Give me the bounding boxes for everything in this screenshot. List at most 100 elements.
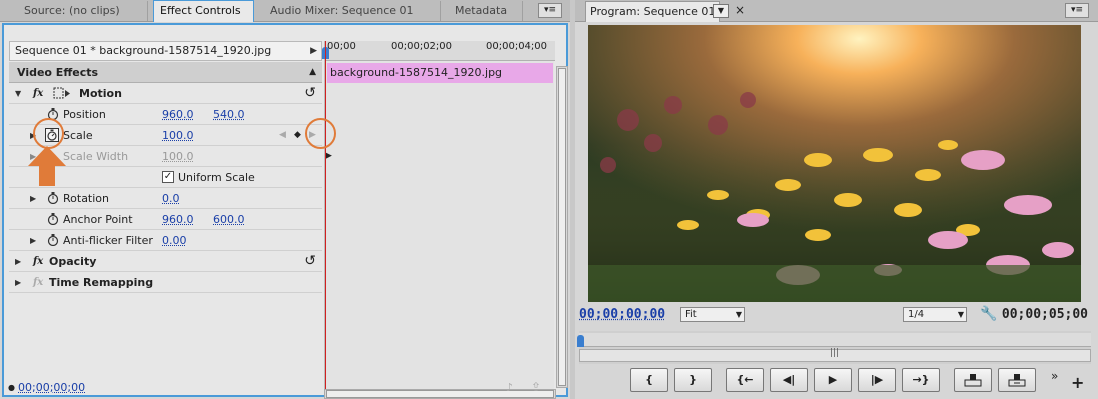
position-label: Position xyxy=(63,108,106,121)
mark-in-icon: { xyxy=(645,373,653,386)
program-current-timecode[interactable]: 00;00;00;00 xyxy=(579,307,665,322)
chevron-down-icon: ▼ xyxy=(957,310,964,319)
anti-flicker-label: Anti-flicker Filter xyxy=(63,234,153,247)
tab-program-label: Program: Sequence 01 xyxy=(590,5,716,18)
play-icon: ▶ xyxy=(828,373,838,386)
export-icon[interactable]: ⇪ xyxy=(531,380,541,394)
add-keyframe-icon[interactable]: ◆ xyxy=(294,125,301,146)
motion-icon[interactable] xyxy=(53,87,71,100)
ruler-tick: 00;00 xyxy=(327,41,356,52)
tab-effect-controls[interactable]: Effect Controls xyxy=(153,0,254,22)
go-to-in-button[interactable]: {← xyxy=(726,368,764,392)
effect-timeline[interactable]: 00;00 00;00;02;00 00;00;04;00 background… xyxy=(322,41,555,389)
stopwatch-icon[interactable] xyxy=(47,234,59,246)
step-back-button[interactable]: ◀| xyxy=(770,368,808,392)
program-duration-timecode: 00;00;05;00 xyxy=(1001,307,1088,322)
reset-icon[interactable]: ↺ xyxy=(304,253,316,269)
resolution-select[interactable]: 1/4 ▼ xyxy=(903,307,967,322)
tab-source[interactable]: Source: (no clips) xyxy=(8,1,148,21)
left-tab-bar: Source: (no clips) Effect Controls Audio… xyxy=(0,0,570,22)
tab-effect-controls-label: Effect Controls xyxy=(160,4,241,17)
reset-icon[interactable]: ↺ xyxy=(304,85,316,101)
position-x-value[interactable]: 960.0 xyxy=(162,104,194,125)
rotation-value[interactable]: 0.0 xyxy=(162,188,180,209)
scroll-thumb[interactable] xyxy=(326,390,554,398)
program-monitor-panel: Program: Sequence 01 ▼ × ▾≡ 00;00;00;00 … xyxy=(575,0,1098,399)
extract-button[interactable] xyxy=(998,368,1036,392)
scale-width-value: 100.0 xyxy=(162,150,194,163)
mark-in-button[interactable]: { xyxy=(630,368,668,392)
time-ruler[interactable] xyxy=(577,333,1091,347)
vertical-scrollbar[interactable] xyxy=(556,66,568,388)
panel-menu-icon[interactable]: ▾≡ xyxy=(1065,3,1089,18)
horizontal-scrollbar[interactable] xyxy=(324,389,556,399)
tab-metadata[interactable]: Metadata xyxy=(443,1,523,21)
motion-expand-icon[interactable]: ▼ xyxy=(15,83,21,104)
chevron-down-icon[interactable]: ▼ xyxy=(713,4,729,18)
anti-flicker-row: ▶ Anti-flicker Filter 0.00 xyxy=(9,230,322,251)
zoom-scroll-bar[interactable]: ||| xyxy=(579,348,1091,362)
collapse-arrow-icon[interactable]: ▲ xyxy=(309,62,316,83)
panel-menu-icon[interactable]: ▾≡ xyxy=(538,3,562,18)
step-forward-button[interactable]: |▶ xyxy=(858,368,896,392)
stopwatch-icon[interactable] xyxy=(47,213,59,225)
anti-flicker-expand-icon[interactable]: ▶ xyxy=(30,230,36,251)
ruler-tick: 00;00;02;00 xyxy=(391,41,453,52)
tab-metadata-label: Metadata xyxy=(455,4,508,17)
mark-out-icon: } xyxy=(689,373,697,386)
playhead-icon[interactable] xyxy=(577,335,584,347)
show-timeline-arrow-icon[interactable]: ▶ xyxy=(310,42,317,60)
tab-audio-mixer-label: Audio Mixer: Sequence 01 xyxy=(270,4,414,17)
more-controls-icon[interactable]: » xyxy=(1051,369,1058,383)
program-tab-bar: Program: Sequence 01 ▼ × ▾≡ xyxy=(575,0,1098,22)
stopwatch-icon[interactable] xyxy=(47,192,59,204)
time-remapping-expand-icon[interactable]: ▶ xyxy=(15,272,21,293)
motion-row[interactable]: ▼ fx Motion ↺ xyxy=(9,83,322,104)
uniform-scale-checkbox[interactable]: ✓ xyxy=(162,171,174,183)
effect-controls-panel: Source: (no clips) Effect Controls Audio… xyxy=(0,0,570,399)
play-button[interactable]: ▶ xyxy=(814,368,852,392)
go-to-in-icon: {← xyxy=(736,373,754,386)
tab-source-label: Source: (no clips) xyxy=(24,4,120,17)
program-scrub-area[interactable]: ||| xyxy=(577,331,1091,364)
anchor-x-value[interactable]: 960.0 xyxy=(162,209,194,230)
tab-program[interactable]: Program: Sequence 01 xyxy=(585,1,721,22)
scale-width-label: Scale Width xyxy=(63,150,129,163)
fx-icon: fx xyxy=(33,277,44,288)
zoom-select[interactable]: Fit ▼ xyxy=(680,307,745,322)
chevron-down-icon: ▼ xyxy=(735,310,742,319)
position-y-value[interactable]: 540.0 xyxy=(213,104,245,125)
motion-label: Motion xyxy=(79,87,122,100)
previous-keyframe-icon[interactable]: ◀ xyxy=(279,125,286,146)
fx-icon[interactable]: fx xyxy=(33,83,43,104)
anchor-y-value[interactable]: 600.0 xyxy=(213,209,245,230)
close-icon[interactable]: × xyxy=(735,3,745,17)
scale-value[interactable]: 100.0 xyxy=(162,125,194,146)
lift-button[interactable] xyxy=(954,368,992,392)
timecode-marker-icon: ● xyxy=(8,383,15,392)
rotation-expand-icon[interactable]: ▶ xyxy=(30,188,36,209)
scroll-thumb[interactable] xyxy=(558,68,566,386)
lift-icon xyxy=(963,373,983,387)
plus-icon[interactable]: + xyxy=(1071,373,1084,392)
annotation-circle xyxy=(33,118,64,149)
keyframe-navigation-arrow-icon[interactable]: ▶ xyxy=(325,151,332,161)
opacity-expand-icon[interactable]: ▶ xyxy=(15,251,21,272)
resolution-value: 1/4 xyxy=(908,309,925,320)
uniform-scale-label: Uniform Scale xyxy=(178,171,255,184)
current-time-indicator[interactable] xyxy=(325,41,326,389)
time-remapping-row[interactable]: ▶ fx Time Remapping xyxy=(9,272,322,293)
audio-icon[interactable]: ♪ xyxy=(506,381,513,394)
opacity-row[interactable]: ▶ fx Opacity ↺ xyxy=(9,251,322,272)
tab-audio-mixer[interactable]: Audio Mixer: Sequence 01 xyxy=(258,1,441,21)
timeline-clip[interactable]: background-1587514_1920.jpg xyxy=(327,63,553,83)
video-effects-title: Video Effects xyxy=(17,66,99,79)
mark-out-button[interactable]: } xyxy=(674,368,712,392)
effect-controls-timecode[interactable]: 00;00;00;00 xyxy=(18,381,85,394)
fx-icon[interactable]: fx xyxy=(33,251,43,272)
anti-flicker-value[interactable]: 0.00 xyxy=(162,230,187,251)
timeline-ruler[interactable]: 00;00 00;00;02;00 00;00;04;00 xyxy=(322,41,555,61)
wrench-icon[interactable]: 🔧 xyxy=(980,306,997,322)
sequence-clip-header: Sequence 01 * background-1587514_1920.jp… xyxy=(9,41,322,61)
go-to-out-button[interactable]: →} xyxy=(902,368,940,392)
